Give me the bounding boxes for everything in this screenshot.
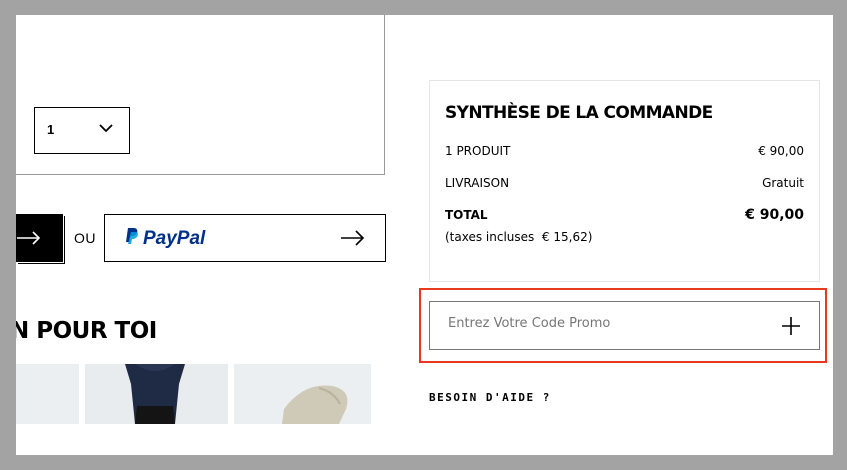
total-label: TOTAL <box>445 208 488 222</box>
paypal-button[interactable]: PayPal <box>104 214 386 262</box>
summary-title: SYNTHÈSE DE LA COMMANDE <box>445 103 713 123</box>
promo-code-field[interactable] <box>429 301 820 350</box>
paypal-wordmark: PayPal <box>143 228 206 249</box>
product-tile[interactable] <box>16 364 79 424</box>
quantity-select[interactable]: 1 <box>34 107 130 154</box>
product-image <box>125 364 185 424</box>
checkout-page: 1 OU PayPal N POUR TOI SYNTHÈSE DE LA CO… <box>16 15 833 455</box>
order-summary: SYNTHÈSE DE LA COMMANDE 1 PRODUIT € 90,0… <box>429 80 820 282</box>
products-price: € 90,00 <box>758 144 804 158</box>
products-count-label: 1 PRODUIT <box>445 144 511 158</box>
checkout-button[interactable] <box>16 214 63 262</box>
arrow-right-icon <box>17 231 41 245</box>
chevron-down-icon <box>99 124 113 133</box>
product-tile[interactable] <box>85 364 228 424</box>
product-image <box>282 385 348 424</box>
paypal-logo-icon <box>126 228 138 244</box>
shipping-value: Gratuit <box>762 176 804 190</box>
recommendations-title: N POUR TOI <box>16 318 157 344</box>
help-link[interactable]: BESOIN D'AIDE ? <box>429 391 551 404</box>
tax-note: (taxes incluses € 15,62) <box>445 230 593 244</box>
promo-code-input[interactable] <box>448 316 748 331</box>
shipping-label: LIVRAISON <box>445 176 510 190</box>
or-separator: OU <box>74 230 96 246</box>
arrow-right-icon <box>341 230 365 246</box>
total-value: € 90,00 <box>745 207 804 223</box>
plus-icon[interactable] <box>781 316 801 336</box>
product-tile[interactable] <box>234 364 371 424</box>
quantity-value: 1 <box>47 122 55 137</box>
